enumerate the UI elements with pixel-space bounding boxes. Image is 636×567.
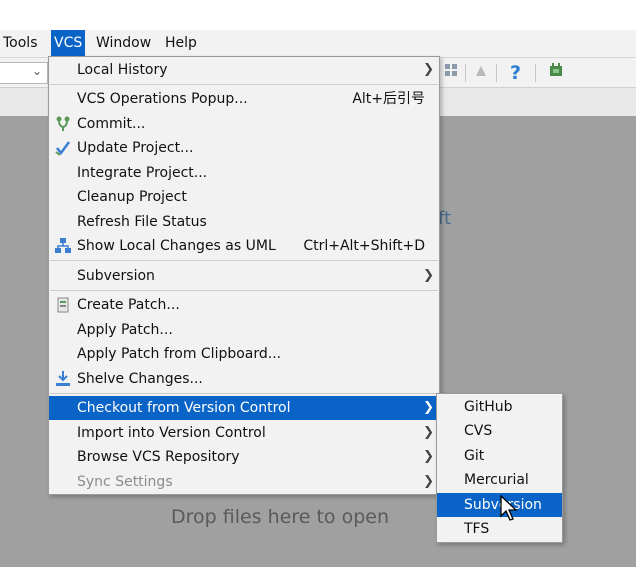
menu-item-shortcut: Ctrl+Alt+Shift+D (303, 238, 425, 254)
drop-files-hint: Drop files here to open (171, 506, 390, 528)
menu-item-label: Update Project... (77, 140, 194, 156)
menu-separator (50, 260, 438, 261)
svg-text:?: ? (510, 62, 521, 82)
chevron-right-icon: ❯ (423, 449, 434, 464)
submenu-item-label: TFS (464, 521, 490, 537)
submenu-item-git[interactable]: Git (437, 444, 562, 468)
update-icon (54, 139, 72, 157)
menu-item-import-into-vcs[interactable]: Import into Version Control ❯ (49, 421, 439, 445)
menu-separator (50, 290, 438, 291)
menu-item-label: Shelve Changes... (77, 371, 203, 387)
menu-item-label: Subversion (77, 268, 155, 284)
toolbar-separator (465, 64, 466, 82)
menu-item-label: Checkout from Version Control (77, 400, 291, 416)
toolbar-separator (535, 64, 536, 82)
menu-item-label: Apply Patch from Clipboard... (77, 346, 282, 362)
chevron-right-icon: ❯ (423, 474, 434, 489)
menu-window[interactable]: Window (93, 30, 154, 57)
commit-icon (54, 115, 72, 133)
menu-item-label: VCS Operations Popup... (77, 91, 248, 107)
menu-item-vcs-operations-popup[interactable]: VCS Operations Popup... Alt+后引号 (49, 87, 439, 111)
menu-item-label: Apply Patch... (77, 322, 173, 338)
toolbar-separator (496, 64, 497, 82)
submenu-item-label: Mercurial (464, 472, 529, 488)
menu-item-label: Show Local Changes as UML (77, 238, 276, 254)
menu-item-refresh-file-status[interactable]: Refresh File Status (49, 210, 439, 234)
chevron-right-icon: ❯ (423, 62, 434, 77)
run-config-combo[interactable]: ⌄ (0, 62, 48, 84)
menu-item-create-patch[interactable]: Create Patch... (49, 293, 439, 317)
menu-item-commit[interactable]: Commit... (49, 112, 439, 136)
menu-item-label: Integrate Project... (77, 165, 208, 181)
menu-item-local-history[interactable]: Local History ❯ (49, 58, 439, 82)
menu-item-checkout-from-vcs[interactable]: Checkout from Version Control ❯ (49, 396, 439, 420)
menu-bar: Tools VCS Window Help (0, 30, 636, 57)
help-icon[interactable]: ? (505, 62, 527, 84)
chevron-down-icon: ⌄ (31, 64, 42, 78)
menu-item-label: Create Patch... (77, 297, 180, 313)
submenu-item-label: GitHub (464, 399, 513, 415)
menu-tools[interactable]: Tools (0, 30, 41, 57)
menu-vcs[interactable]: VCS (51, 30, 86, 57)
menu-item-label: Import into Version Control (77, 425, 266, 441)
cursor-icon (500, 495, 518, 521)
menu-item-label: Commit... (77, 116, 146, 132)
chevron-right-icon: ❯ (423, 400, 434, 415)
structure-icon[interactable] (440, 62, 462, 84)
menu-item-apply-patch[interactable]: Apply Patch... (49, 318, 439, 342)
submenu-item-label: Git (464, 448, 485, 464)
menu-item-show-local-changes-uml[interactable]: Show Local Changes as UML Ctrl+Alt+Shift… (49, 234, 439, 258)
menu-item-label: Cleanup Project (77, 189, 187, 205)
window-top-strip (0, 0, 636, 30)
menu-item-label: Refresh File Status (77, 214, 207, 230)
menu-item-browse-vcs-repository[interactable]: Browse VCS Repository ❯ (49, 445, 439, 469)
chevron-right-icon: ❯ (423, 425, 434, 440)
menu-item-integrate-project[interactable]: Integrate Project... (49, 161, 439, 185)
menu-item-label: Sync Settings (77, 474, 173, 490)
menu-separator (50, 84, 438, 85)
menu-item-shortcut: Alt+后引号 (352, 91, 425, 107)
menu-item-subversion[interactable]: Subversion ❯ (49, 264, 439, 288)
vcs-menu: Local History ❯ VCS Operations Popup... … (48, 56, 440, 495)
plugin-icon[interactable] (545, 62, 567, 84)
vcs-tool-icon[interactable] (470, 62, 492, 84)
shelve-icon (54, 370, 72, 388)
menu-item-cleanup-project[interactable]: Cleanup Project (49, 185, 439, 209)
uml-icon (54, 237, 72, 255)
chevron-right-icon: ❯ (423, 268, 434, 283)
submenu-item-mercurial[interactable]: Mercurial (437, 468, 562, 492)
menu-help[interactable]: Help (162, 30, 200, 57)
menu-separator (50, 393, 438, 394)
submenu-item-github[interactable]: GitHub (437, 395, 562, 419)
patch-icon (54, 296, 72, 314)
submenu-item-cvs[interactable]: CVS (437, 419, 562, 443)
menu-item-label: Local History (77, 62, 168, 78)
menu-item-apply-patch-clipboard[interactable]: Apply Patch from Clipboard... (49, 342, 439, 366)
menu-item-shelve-changes[interactable]: Shelve Changes... (49, 367, 439, 391)
menu-item-update-project[interactable]: Update Project... (49, 136, 439, 160)
menu-item-label: Browse VCS Repository (77, 449, 240, 465)
menu-item-sync-settings: Sync Settings ❯ (49, 470, 439, 494)
submenu-item-label: CVS (464, 423, 493, 439)
